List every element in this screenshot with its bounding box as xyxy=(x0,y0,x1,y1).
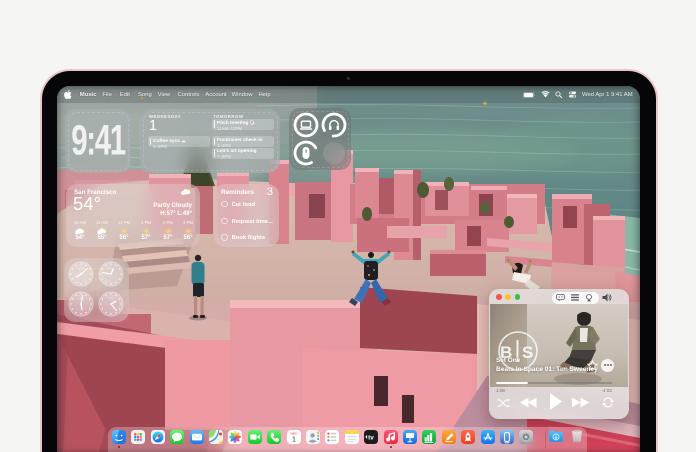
svg-text:TYO: TYO xyxy=(108,297,113,301)
svg-text:tv: tv xyxy=(368,434,374,441)
svg-text:S: S xyxy=(522,343,533,362)
svg-text:CUP: CUP xyxy=(78,267,84,271)
svg-text:LON: LON xyxy=(78,297,83,301)
svg-text:1: 1 xyxy=(292,434,296,443)
